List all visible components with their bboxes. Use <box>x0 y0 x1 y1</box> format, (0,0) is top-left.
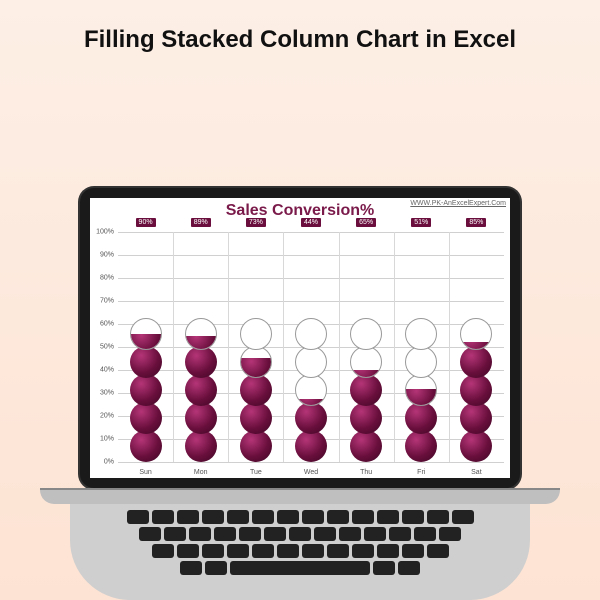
orb <box>240 402 272 434</box>
orb <box>405 430 437 462</box>
y-tick-label: 70% <box>92 298 114 305</box>
orb <box>240 430 272 462</box>
orb-stack <box>295 232 327 462</box>
orb <box>350 346 382 378</box>
orb <box>295 430 327 462</box>
column-sun: 90% <box>126 232 166 462</box>
orb <box>185 374 217 406</box>
column-mon: 89% <box>181 232 221 462</box>
x-tick-label: Fri <box>401 469 441 476</box>
orb <box>350 318 382 350</box>
column-sat: 85% <box>456 232 496 462</box>
orb <box>295 318 327 350</box>
orb <box>240 318 272 350</box>
y-tick-label: 100% <box>92 229 114 236</box>
orb <box>130 374 162 406</box>
orb <box>130 430 162 462</box>
y-tick-label: 80% <box>92 275 114 282</box>
y-tick-label: 20% <box>92 413 114 420</box>
orb-stack <box>350 232 382 462</box>
x-tick-label: Wed <box>291 469 331 476</box>
value-badge: 73% <box>246 218 266 227</box>
x-tick-label: Tue <box>236 469 276 476</box>
chart-x-axis: Sun Mon Tue Wed Thu Fri Sat <box>118 469 504 476</box>
y-tick-label: 50% <box>92 344 114 351</box>
column-fri: 51% <box>401 232 441 462</box>
column-wed: 44% <box>291 232 331 462</box>
orb <box>350 374 382 406</box>
orb <box>460 402 492 434</box>
orb <box>460 346 492 378</box>
orb <box>295 402 327 434</box>
orb <box>130 318 162 350</box>
orb-stack <box>130 232 162 462</box>
value-badge: 65% <box>356 218 376 227</box>
orb-stack <box>185 232 217 462</box>
orb <box>185 346 217 378</box>
value-badge: 85% <box>466 218 486 227</box>
orb <box>405 402 437 434</box>
chart-screen: WWW.PK-AnExcelExpert.Com Sales Conversio… <box>90 198 510 478</box>
x-tick-label: Thu <box>346 469 386 476</box>
orb-stack <box>405 232 437 462</box>
watermark-link[interactable]: WWW.PK-AnExcelExpert.Com <box>410 200 506 207</box>
value-badge: 90% <box>136 218 156 227</box>
orb <box>295 346 327 378</box>
orb <box>350 430 382 462</box>
laptop-mockup: WWW.PK-AnExcelExpert.Com Sales Conversio… <box>40 188 560 600</box>
chart-columns: 90% 89% 73% 44% 65% 51% 85% <box>118 232 504 462</box>
laptop-keyboard <box>70 504 530 600</box>
y-tick-label: 90% <box>92 252 114 259</box>
laptop-base <box>40 488 560 504</box>
y-tick-label: 40% <box>92 367 114 374</box>
y-tick-label: 30% <box>92 390 114 397</box>
orb <box>460 430 492 462</box>
orb <box>460 374 492 406</box>
gridline <box>118 462 504 463</box>
x-tick-label: Mon <box>181 469 221 476</box>
y-tick-label: 0% <box>92 459 114 466</box>
value-badge: 51% <box>411 218 431 227</box>
orb <box>350 402 382 434</box>
page-title: Filling Stacked Column Chart in Excel <box>0 0 600 64</box>
orb <box>240 374 272 406</box>
x-tick-label: Sat <box>456 469 496 476</box>
orb <box>405 318 437 350</box>
column-thu: 65% <box>346 232 386 462</box>
orb <box>405 374 437 406</box>
chart-plot-area: 0%10%20%30%40%50%60%70%80%90%100% 90%89%… <box>118 232 504 462</box>
orb <box>130 402 162 434</box>
column-tue: 73% <box>236 232 276 462</box>
orb <box>185 430 217 462</box>
orb <box>130 346 162 378</box>
orb-stack <box>240 232 272 462</box>
y-tick-label: 10% <box>92 436 114 443</box>
orb <box>240 346 272 378</box>
orb <box>460 318 492 350</box>
y-tick-label: 60% <box>92 321 114 328</box>
x-tick-label: Sun <box>126 469 166 476</box>
value-badge: 89% <box>191 218 211 227</box>
orb <box>185 402 217 434</box>
value-badge: 44% <box>301 218 321 227</box>
orb <box>295 374 327 406</box>
laptop-screen-frame: WWW.PK-AnExcelExpert.Com Sales Conversio… <box>80 188 520 488</box>
orb-stack <box>460 232 492 462</box>
orb <box>405 346 437 378</box>
orb <box>185 318 217 350</box>
